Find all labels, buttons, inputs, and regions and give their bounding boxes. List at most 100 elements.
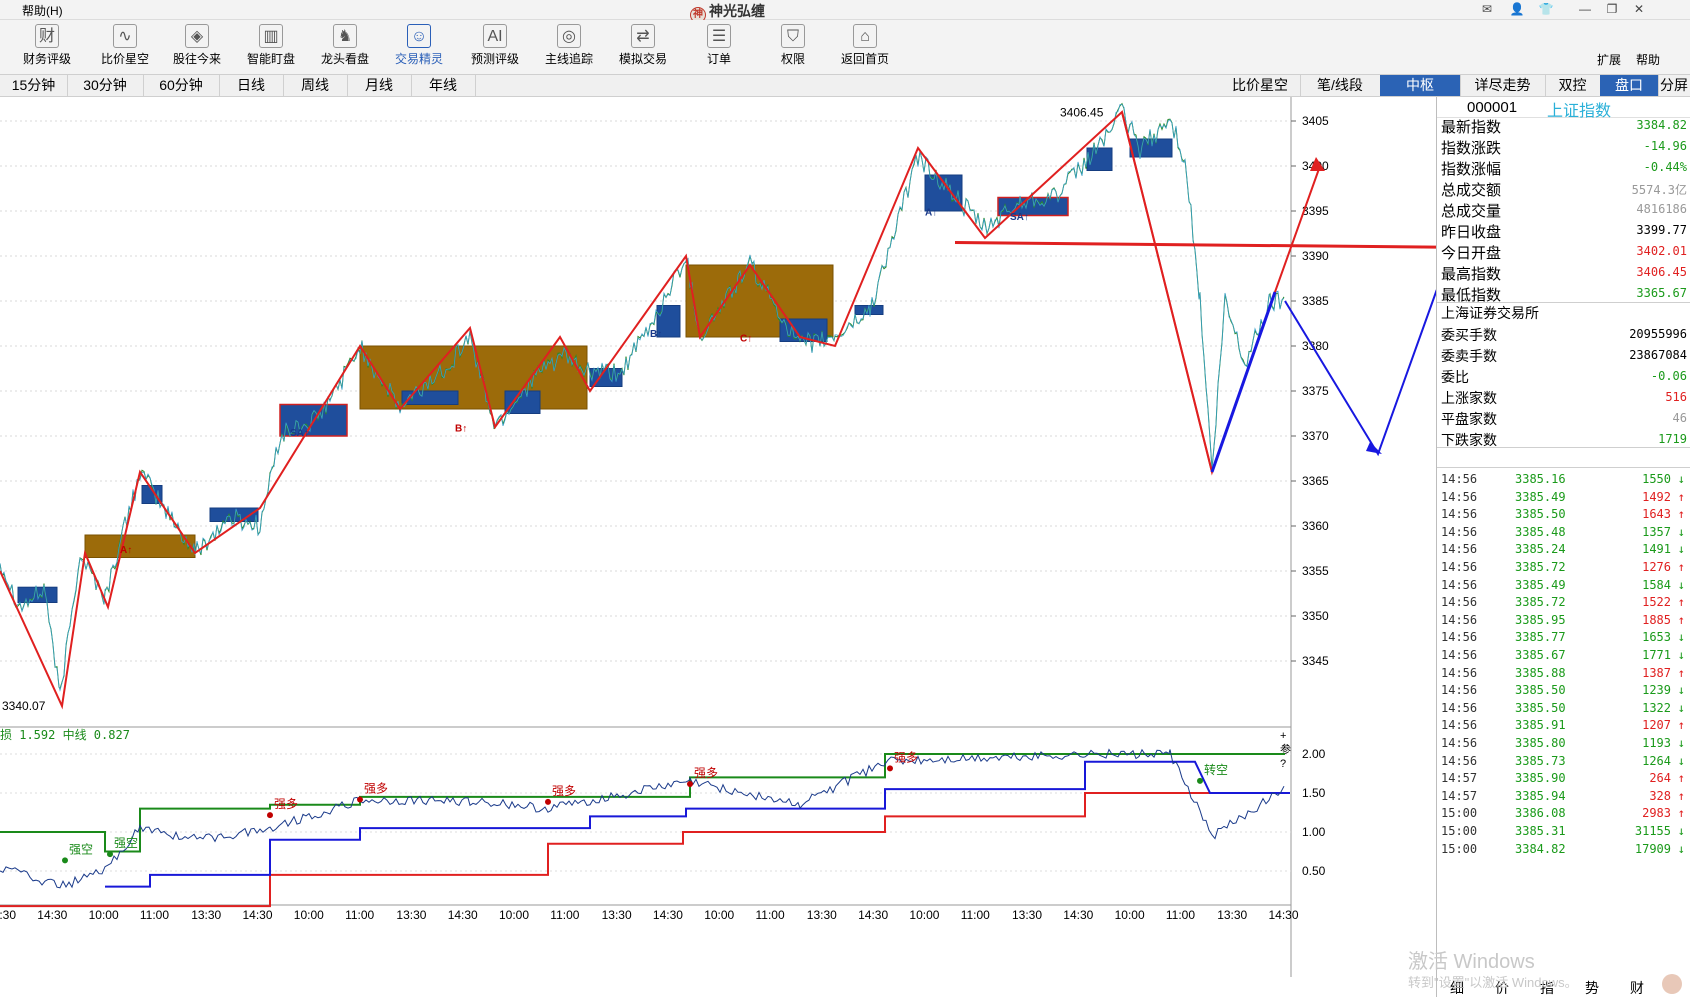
quote-value: 3384.82: [1636, 118, 1687, 132]
period-tab-2[interactable]: 30分钟: [67, 75, 144, 96]
toolbar-button-2[interactable]: ∿ 比价星空: [86, 24, 164, 67]
time-axis-label: 10:00: [1115, 908, 1145, 922]
quote-label: 上涨家数: [1441, 390, 1497, 406]
time-axis-label: 13:30: [807, 908, 837, 922]
time-axis-label: 11:00: [961, 908, 990, 922]
toolbar-label: 股往今来: [172, 52, 221, 66]
kline-chart[interactable]: 3405340033953390338533803375337033653360…: [0, 97, 1436, 977]
tick-volume: 1550: [1642, 472, 1671, 486]
quote-value: 46: [1672, 411, 1687, 425]
bi-stroke-line: [0, 110, 1321, 710]
avatar[interactable]: [1662, 974, 1682, 994]
toolbar-button-11[interactable]: ⛉ 权限: [754, 24, 832, 67]
minimize-icon[interactable]: —: [1576, 2, 1594, 16]
user-icon[interactable]: 👤: [1508, 2, 1526, 16]
tick-time: 15:00: [1441, 806, 1478, 821]
tick-volume: 1264: [1642, 753, 1671, 768]
indicator-signal: 转空: [1204, 762, 1228, 777]
signal-dot: [1197, 777, 1203, 784]
skin-icon[interactable]: 👕: [1537, 2, 1555, 16]
tick-price: 3385.94: [1515, 788, 1566, 803]
tick-time: 14:56: [1441, 542, 1478, 557]
toolbar-icon-5: ♞: [333, 24, 357, 48]
view-tab-5[interactable]: 双控: [1545, 75, 1601, 96]
quote-row: 总成交量 4816186: [1437, 198, 1690, 220]
period-tab-3[interactable]: 60分钟: [143, 75, 220, 96]
view-tab-2[interactable]: 笔/线段: [1300, 75, 1381, 96]
quote-row: 委比 -0.06: [1437, 365, 1690, 387]
toolbar-button-6[interactable]: ☺ 交易精灵: [380, 24, 458, 67]
tick-volume: 1207: [1642, 718, 1671, 733]
quote-label: 委买手数: [1441, 327, 1497, 343]
tick-time: 14:56: [1441, 736, 1478, 750]
period-tab-1[interactable]: 15分钟: [0, 75, 68, 96]
quote-label: 最新指数: [1441, 119, 1502, 136]
time-axis-label: 14:30: [448, 908, 478, 922]
quote-value: 1719: [1658, 432, 1687, 446]
y-tick-label: 3355: [1302, 564, 1329, 578]
period-tab-4[interactable]: 日线: [219, 75, 284, 96]
tick-volume: 2983: [1642, 806, 1671, 821]
view-tab-1[interactable]: 比价星空: [1220, 75, 1301, 96]
bottom-tab-5[interactable]: 财: [1630, 978, 1644, 998]
toolbar-icon-4: ▥: [259, 24, 283, 48]
toolbar-button-1[interactable]: 财财务评级: [8, 24, 86, 67]
toolbar-label: 模拟交易: [618, 52, 667, 66]
indicator-line: [0, 748, 1285, 889]
period-tab-7[interactable]: 年线: [411, 75, 476, 96]
view-tab-4[interactable]: 详尽走势: [1460, 75, 1546, 96]
bottom-tab-4[interactable]: 势: [1585, 978, 1599, 998]
tick-volume: 1193: [1642, 736, 1671, 750]
y-tick-label: 3405: [1302, 114, 1329, 128]
toolbar-button-12[interactable]: ⌂ 返回首页: [826, 24, 904, 67]
app-title-text: 神光弘缠: [709, 3, 765, 19]
quote-row: 最低指数 3365.67: [1437, 282, 1690, 304]
indicator-side-button: +: [1280, 730, 1286, 742]
tick-time: 14:56: [1441, 595, 1478, 610]
tick-time: 14:56: [1441, 524, 1478, 539]
tick-row: 14:56 3385.80 1193 ↓: [1437, 736, 1690, 755]
toolbar-button-4[interactable]: ▥ 智能盯盘: [232, 24, 310, 67]
tick-row: 14:57 3385.94 328 ↑: [1437, 789, 1690, 808]
indicator-side-button: ?: [1280, 758, 1286, 770]
toolbar-icon-12: ⌂: [853, 24, 877, 48]
toolbar-button-9[interactable]: ⇄ 模拟交易: [604, 24, 682, 67]
view-tab-3[interactable]: 中枢: [1380, 75, 1461, 96]
tick-price: 3385.72: [1515, 595, 1566, 610]
y-tick-label: 3360: [1302, 519, 1329, 533]
toolbar-button-7[interactable]: AI 预测评级: [456, 24, 534, 67]
tick-volume: 31155: [1634, 824, 1671, 838]
quote-row: 指数涨跌 -14.96: [1437, 135, 1690, 157]
tick-price: 3385.16: [1515, 472, 1566, 486]
time-axis-label: 14:30: [653, 908, 683, 922]
tick-direction-icon: ↓: [1677, 577, 1685, 592]
tick-volume: 1653: [1642, 630, 1671, 645]
help-button[interactable]: 帮助: [1636, 51, 1660, 68]
toolbar-button-5[interactable]: ♞ 龙头看盘: [306, 24, 384, 67]
period-tab-5[interactable]: 周线: [283, 75, 348, 96]
mail-icon[interactable]: ✉: [1478, 2, 1496, 16]
tick-row: 14:56 3385.16 1550 ↓: [1437, 472, 1690, 491]
quote-row: 委买手数 20955996: [1437, 323, 1690, 345]
tick-volume: 264: [1649, 771, 1671, 786]
expand-button[interactable]: 扩展: [1597, 51, 1621, 68]
view-tab-7[interactable]: 分屏: [1658, 75, 1690, 96]
period-tab-6[interactable]: 月线: [347, 75, 412, 96]
view-tab-6[interactable]: 盘口: [1600, 75, 1659, 96]
close-icon[interactable]: ✕: [1630, 2, 1648, 16]
toolbar-button-3[interactable]: ◈ 股往今来: [158, 24, 236, 67]
indicator-signal: 强多: [274, 797, 298, 811]
toolbar-icon-6: ☺: [407, 24, 431, 48]
tick-price: 3385.50: [1515, 683, 1566, 698]
time-axis-label: 10:00: [294, 908, 324, 922]
tick-volume: 1584: [1642, 577, 1671, 592]
tick-price: 3385.88: [1515, 665, 1566, 680]
help-menu[interactable]: 帮助(H): [22, 2, 63, 19]
indicator-header: 损 1.592 中线 0.827: [0, 727, 130, 742]
toolbar-button-10[interactable]: ☰ 订单: [680, 24, 758, 67]
quote-label: 指数涨幅: [1441, 161, 1502, 178]
quote-label: 平盘家数: [1441, 411, 1497, 427]
toolbar-button-8[interactable]: ◎ 主线追踪: [530, 24, 608, 67]
tick-direction-icon: ↑: [1677, 806, 1685, 821]
restore-icon[interactable]: ❐: [1603, 2, 1621, 16]
